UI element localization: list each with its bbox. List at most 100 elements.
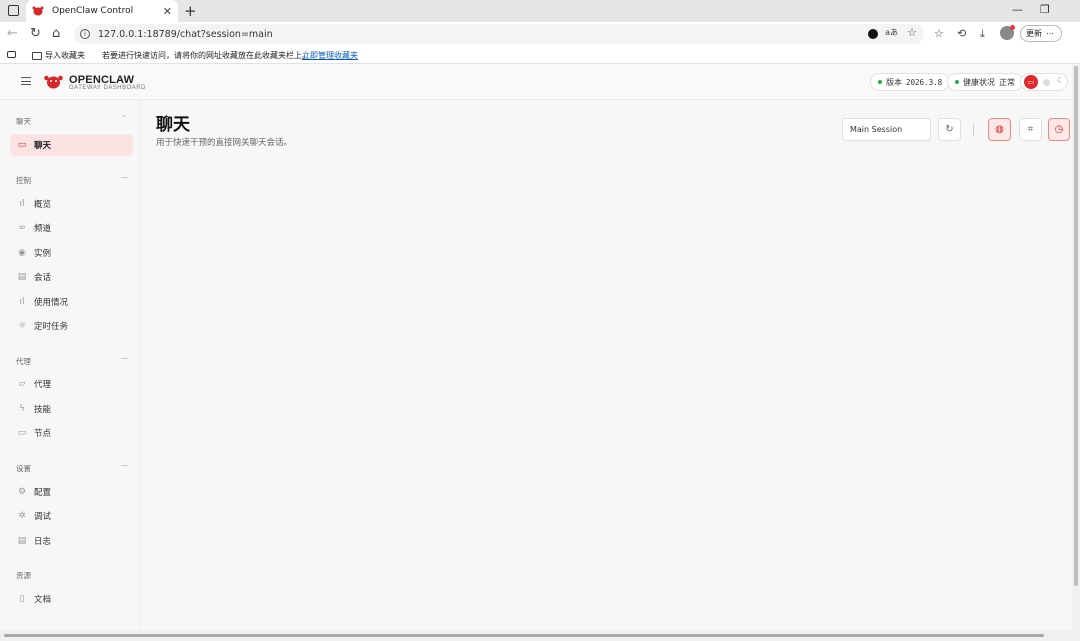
sidebar-item-overview[interactable]: ıl 概览 — [10, 193, 133, 215]
toolbar-divider — [973, 124, 974, 136]
main-content: 聊天 用于快速干预的直接网关聊天会话。 Main Session ↻ ◍ ⌗ ◷ — [141, 100, 1072, 630]
refresh-button[interactable]: ↻ — [938, 118, 961, 141]
close-tab-icon[interactable]: ✕ — [163, 5, 172, 18]
update-label: 更新 — [1026, 29, 1042, 38]
maximize-window-button[interactable]: ❐ — [1040, 3, 1050, 16]
chevron-up-icon[interactable]: ⌃ — [121, 114, 127, 122]
import-favorites-label: 导入收藏夹 — [45, 51, 85, 60]
sidebar-item-label: 聊天 — [34, 141, 52, 151]
sidebar-item-usage[interactable]: ıl 使用情况 — [10, 291, 133, 313]
version-label: 版本 — [886, 77, 902, 87]
health-label: 健康状况 — [963, 77, 995, 87]
app-header: OPENCLAW GATEWAY DASHBOARD 版本 2026.3.8 健… — [0, 64, 1072, 100]
sidebar-item-debug[interactable]: ✲ 调试 — [10, 505, 133, 527]
broadcast-icon: ◉ — [18, 248, 26, 258]
scrollbar-thumb[interactable] — [1074, 66, 1078, 586]
sidebar-item-logs[interactable]: ▤ 日志 — [10, 530, 133, 552]
vertical-scrollbar[interactable] — [1072, 64, 1080, 630]
bookmarks-hint: 若要进行快速访问，请将你的网址收藏放在此收藏夹栏上。 — [102, 51, 310, 60]
sidebar-item-label: 日志 — [34, 537, 52, 547]
status-dot-icon — [878, 80, 882, 84]
bar-chart-icon: ıl — [19, 199, 25, 209]
session-select[interactable]: Main Session — [842, 118, 931, 141]
folder-icon: ▱ — [18, 379, 26, 389]
theme-system-icon[interactable]: ▭ — [1024, 75, 1038, 89]
read-aloud-icon[interactable]: aあ — [885, 27, 898, 38]
chevron-up-icon[interactable]: — — [121, 354, 128, 362]
sidebar-item-label: 配置 — [34, 488, 52, 498]
sidebar-item-sessions[interactable]: ▤ 会话 — [10, 266, 133, 288]
reading-mode-icon[interactable] — [7, 51, 16, 58]
chat-bubble-icon: ▭ — [17, 140, 27, 150]
theme-switcher: ▭ ☾ — [1020, 73, 1068, 91]
chevron-up-icon[interactable]: — — [121, 173, 128, 181]
home-icon[interactable]: ⌂ — [52, 26, 60, 41]
refresh-icon: ↻ — [945, 124, 954, 135]
scrollbar-thumb[interactable] — [4, 634, 1044, 637]
session-select-value: Main Session — [850, 125, 903, 134]
reload-icon[interactable]: ↻ — [30, 26, 41, 41]
thinking-toggle-button[interactable]: ◍ — [988, 118, 1011, 141]
sun-icon: ☼ — [17, 321, 27, 331]
document-icon: ▤ — [17, 272, 27, 282]
section-title-settings: 设置 — [16, 464, 31, 473]
minimize-window-button[interactable]: — — [1012, 3, 1023, 16]
sidebar-item-channels[interactable]: ∞ 频道 — [10, 217, 133, 239]
address-url[interactable]: 127.0.0.1:18789/chat?session=main — [98, 29, 273, 40]
more-menu-icon[interactable]: ⋯ — [1046, 29, 1054, 38]
theme-dark-icon[interactable]: ☾ — [1057, 76, 1064, 85]
focus-icon: ⌗ — [1027, 124, 1034, 135]
history-toggle-button[interactable]: ◷ — [1048, 118, 1070, 141]
sidebar-item-label: 概览 — [34, 200, 52, 210]
sidebar-item-docs[interactable]: ▯ 文档 — [10, 588, 133, 610]
openclaw-favicon-icon — [32, 6, 44, 16]
menu-toggle-icon[interactable] — [21, 77, 31, 85]
section-title-resources: 资源 — [16, 571, 31, 580]
sidebar-item-instances[interactable]: ◉ 实例 — [10, 242, 133, 264]
sidebar-item-agents[interactable]: ▱ 代理 — [10, 373, 133, 395]
site-info-icon[interactable]: i — [80, 29, 90, 39]
sidebar-item-label: 调试 — [34, 512, 52, 522]
bug-icon: ✲ — [18, 511, 26, 521]
version-badge: 版本 2026.3.8 — [870, 73, 951, 91]
sidebar-item-nodes[interactable]: ▭ 节点 — [10, 422, 133, 444]
address-bar[interactable]: i 127.0.0.1:18789/chat?session=main aあ ☆ — [74, 24, 924, 44]
monitor-icon: ▭ — [17, 428, 27, 438]
theme-light-icon[interactable] — [1043, 79, 1050, 86]
lightning-icon: ϟ — [19, 404, 25, 414]
chevron-up-icon[interactable]: — — [121, 461, 128, 469]
import-favorites-button[interactable]: 导入收藏夹 — [32, 50, 85, 61]
sidebar-item-label: 频道 — [34, 224, 52, 234]
horizontal-scrollbar[interactable] — [0, 630, 1080, 641]
sidebar-item-skills[interactable]: ϟ 技能 — [10, 398, 133, 420]
sidebar-item-label: 技能 — [34, 405, 52, 415]
download-icon[interactable]: ⤓ — [980, 27, 985, 41]
back-arrow-icon[interactable]: ← — [7, 26, 18, 41]
sidebar-item-label: 使用情况 — [34, 298, 69, 308]
new-tab-button[interactable]: + — [184, 2, 197, 20]
focus-mode-button[interactable]: ⌗ — [1019, 118, 1042, 141]
favorites-icon[interactable]: ☆ — [934, 27, 944, 40]
extension-icon[interactable] — [868, 29, 878, 39]
sidebar: 聊天 ⌃ ▭ 聊天 控制 — ıl 概览 ∞ 频道 ◉ 实例 ▤ 会话 ıl 使… — [0, 100, 140, 630]
manage-favorites-link[interactable]: 立即管理收藏夹 — [302, 50, 358, 61]
favorite-star-icon[interactable]: ☆ — [907, 26, 917, 39]
sidebar-item-label: 文档 — [34, 595, 52, 605]
tab-actions-icon[interactable] — [8, 5, 19, 16]
update-button[interactable]: 更新 ⋯ — [1020, 25, 1062, 42]
sidebar-item-cron[interactable]: ☼ 定时任务 — [10, 315, 133, 337]
health-badge: 健康状况 正常 — [947, 73, 1023, 91]
sidebar-item-config[interactable]: ⚙ 配置 — [10, 481, 133, 503]
browser-toolbar: ← ↻ ⌂ i 127.0.0.1:18789/chat?session=mai… — [0, 22, 1080, 46]
sidebar-item-chat[interactable]: ▭ 聊天 — [10, 134, 133, 156]
book-icon: ▯ — [19, 594, 25, 604]
profile-avatar[interactable] — [1000, 25, 1015, 40]
log-icon: ▤ — [17, 536, 27, 546]
history-icon[interactable]: ⟲ — [957, 27, 966, 40]
sidebar-item-label: 会话 — [34, 273, 52, 283]
link-icon: ∞ — [18, 223, 26, 233]
browser-tab[interactable]: OpenClaw Control ✕ — [26, 0, 178, 22]
page-subtitle: 用于快速干预的直接网关聊天会话。 — [156, 138, 293, 148]
gear-icon: ⚙ — [17, 487, 27, 497]
app-root: OPENCLAW GATEWAY DASHBOARD 版本 2026.3.8 健… — [0, 64, 1080, 630]
